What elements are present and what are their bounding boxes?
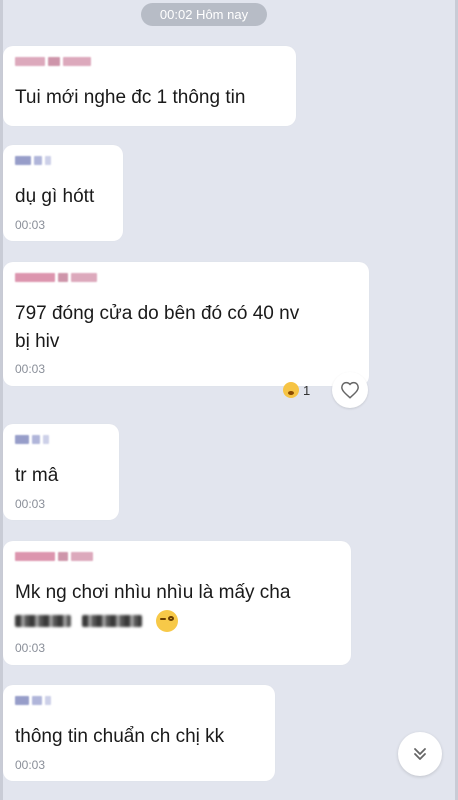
sender-name-redacted <box>15 55 91 67</box>
reaction-count: 1 <box>303 382 311 398</box>
time-divider: 00:02 Hôm nay <box>141 3 267 26</box>
chevron-double-down-icon <box>414 748 426 760</box>
message-time: 00:03 <box>15 362 46 376</box>
sender-name-redacted <box>15 550 93 562</box>
sender-name-redacted <box>15 694 51 706</box>
redacted-text <box>82 614 143 627</box>
left-edge <box>0 0 3 800</box>
smirk-face-emoji-icon <box>155 609 178 632</box>
message-bubble-4[interactable]: tr mâ 00:03 <box>3 424 119 520</box>
message-text-line-1: Mk ng chơi nhìu nhìu là mấy cha <box>15 582 291 603</box>
message-time: 00:03 <box>15 641 46 655</box>
message-text-line-2 <box>15 607 178 635</box>
flushed-face-emoji-icon <box>283 382 299 398</box>
message-text-line-1: 797 đóng cửa do bên đó có 40 nv <box>15 303 300 324</box>
message-bubble-6[interactable]: thông tin chuẩn ch chị kk 00:03 <box>3 685 275 781</box>
sender-name-redacted <box>15 154 51 166</box>
redacted-text <box>15 614 71 627</box>
sender-name-redacted <box>15 271 97 283</box>
message-text: dụ gì hótt <box>15 186 95 207</box>
heart-icon <box>341 381 359 399</box>
message-text: tr mâ <box>15 465 59 486</box>
message-text: Tui mới nghe đc 1 thông tin <box>15 87 246 108</box>
message-text-line-2: bị hiv <box>15 331 60 352</box>
message-text: thông tin chuẩn ch chị kk <box>15 726 225 747</box>
reaction-summary[interactable]: 1 <box>283 378 310 402</box>
like-button[interactable] <box>332 372 368 408</box>
message-time: 00:03 <box>15 497 46 511</box>
message-bubble-2[interactable]: dụ gì hótt 00:03 <box>3 145 123 241</box>
sender-name-redacted <box>15 433 49 445</box>
message-bubble-1[interactable]: Tui mới nghe đc 1 thông tin <box>3 46 296 126</box>
scroll-to-bottom-button[interactable] <box>398 732 442 776</box>
message-bubble-5[interactable]: Mk ng chơi nhìu nhìu là mấy cha 00:03 <box>3 541 351 665</box>
message-time: 00:03 <box>15 218 46 232</box>
message-bubble-3[interactable]: 797 đóng cửa do bên đó có 40 nv bị hiv 0… <box>3 262 369 386</box>
message-time: 00:03 <box>15 758 46 772</box>
